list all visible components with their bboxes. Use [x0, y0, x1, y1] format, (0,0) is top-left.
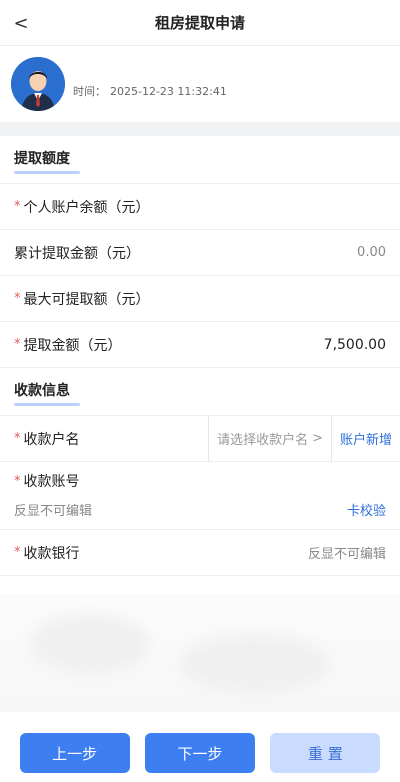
add-account-button[interactable]: 账户新增 — [332, 416, 400, 462]
row-value: 0.00 — [357, 245, 386, 260]
section-divider — [0, 122, 400, 136]
next-button[interactable]: 下一步 — [144, 733, 255, 773]
section-header-extract: 提取额度 — [0, 136, 400, 184]
top-bar: < 租房提取申请 — [0, 0, 400, 46]
chevron-right-icon: > — [312, 431, 323, 446]
form-content: 提取额度 * 个人账户余额（元） 累计提取金额（元） 0.00 * 最大可提取额（元… — [0, 136, 400, 576]
row-payee-account: * 收款账号 反显不可编辑 卡校验 — [0, 462, 400, 530]
required-icon: * — [14, 291, 21, 306]
prev-button[interactable]: 上一步 — [19, 733, 130, 773]
card-verify-link[interactable]: 卡校验 — [347, 500, 386, 519]
back-icon[interactable]: < — [10, 12, 32, 34]
row-extract-amount[interactable]: * 提取金额（元） 7,500.00 — [0, 322, 400, 368]
avatar — [11, 57, 65, 111]
blur-blob — [30, 614, 150, 674]
payee-name-select[interactable]: 请选择收款户名 > — [208, 415, 332, 462]
row-payee-name: * 收款户名 请选择收款户名 > 账户新增 — [0, 415, 400, 462]
user-info-bar: 时间： 2025-12-23 11:32:41 — [0, 46, 400, 122]
required-icon: * — [14, 431, 21, 446]
row-label: 提取金额（元） — [23, 337, 122, 354]
extract-amount-input[interactable]: 7,500.00 — [324, 337, 386, 353]
row-account-balance: * 个人账户余额（元） — [0, 184, 400, 230]
person-avatar-icon — [11, 57, 65, 111]
row-label: 收款账号 — [23, 474, 80, 490]
row-label: 个人账户余额（元） — [23, 199, 150, 216]
row-label: 收款银行 — [23, 545, 80, 562]
row-label: 收款户名 — [23, 431, 80, 448]
blur-blob — [180, 634, 330, 694]
select-placeholder: 请选择收款户名 — [217, 433, 309, 448]
required-icon: * — [14, 545, 21, 560]
section-title-payee: 收款信息 — [14, 380, 80, 406]
required-icon: * — [14, 473, 21, 489]
payee-account-value: 反显不可编辑 — [14, 504, 93, 519]
required-icon: * — [14, 199, 21, 214]
section-header-payee: 收款信息 — [0, 368, 400, 416]
payee-bank-value: 反显不可编辑 — [307, 547, 386, 562]
timestamp-label: 时间： — [73, 85, 106, 98]
row-max-extractable: * 最大可提取额（元） — [0, 276, 400, 322]
timestamp: 时间： 2025-12-23 11:32:41 — [73, 83, 227, 99]
row-payee-bank: * 收款银行 反显不可编辑 — [0, 530, 400, 576]
section-title-extract: 提取额度 — [14, 148, 80, 174]
page-title: 租房提取申请 — [154, 14, 245, 32]
required-icon: * — [14, 337, 21, 352]
blurred-area — [0, 594, 400, 712]
row-cumulative-extracted: 累计提取金额（元） 0.00 — [0, 230, 400, 276]
reset-button[interactable]: 重 置 — [270, 733, 381, 773]
footer-actions: 上一步 下一步 重 置 — [0, 724, 400, 782]
row-label: 最大可提取额（元） — [23, 291, 150, 308]
timestamp-value: 2025-12-23 11:32:41 — [110, 85, 227, 98]
row-label: 累计提取金额（元） — [14, 245, 140, 262]
